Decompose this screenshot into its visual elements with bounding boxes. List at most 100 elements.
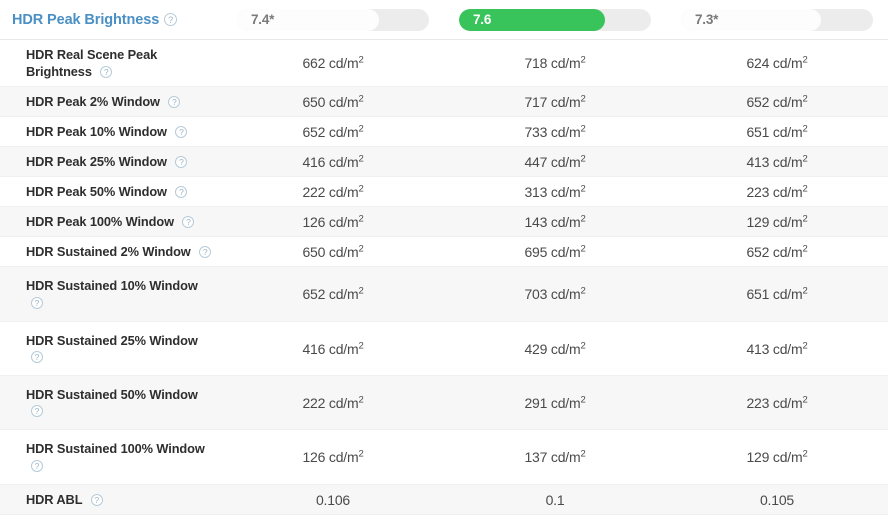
metric-value: 222 cd/m2: [302, 182, 364, 200]
row-label: HDR Peak 25% Window ?: [26, 153, 188, 170]
metric-value: 137 cd/m2: [524, 448, 586, 465]
score-bar-track-2[interactable]: 7.6: [459, 8, 651, 31]
row-value-cell-3: 413 cd/m2: [666, 147, 888, 176]
table-row: HDR Peak 25% Window ? 416 cd/m2 447 cd/m2 4…: [0, 147, 888, 177]
row-value-cell-3: 413 cd/m2: [666, 322, 888, 375]
header-title-cell: HDR Peak Brightness ?: [0, 12, 222, 28]
row-value-cell-2: 695 cd/m2: [444, 237, 666, 266]
help-circle-icon[interactable]: ?: [31, 296, 43, 309]
table-row: HDR Sustained 2% Window ? 650 cd/m2 695 cd…: [0, 237, 888, 267]
row-value-cell-2: 447 cd/m2: [444, 147, 666, 176]
panel-header: HDR Peak Brightness ? 7.4* 7.6 7.3*: [0, 0, 888, 40]
metric-value: 222 cd/m2: [302, 393, 364, 411]
metric-value: 733 cd/m2: [524, 122, 586, 140]
row-label-cell: HDR Peak 50% Window ?: [0, 177, 222, 206]
row-label-cell: HDR Peak 2% Window ?: [0, 87, 222, 116]
row-value-cell-1: 0.106: [222, 485, 444, 514]
row-label: HDR Sustained 100% Window ?: [26, 441, 205, 472]
row-value-cell-2: 703 cd/m2: [444, 267, 666, 321]
help-circle-icon[interactable]: ?: [175, 185, 188, 198]
table-row: HDR Sustained 10% Window ? 652 cd/m2 703 c…: [0, 267, 888, 322]
help-circle-icon[interactable]: ?: [31, 351, 43, 364]
row-label-cell: HDR Sustained 50% Window ?: [0, 376, 222, 429]
help-circle-icon[interactable]: ?: [90, 493, 103, 506]
metric-value: 126 cd/m2: [302, 448, 364, 465]
row-label: HDR Sustained 25% Window ?: [26, 332, 198, 364]
row-value-cell-2: 137 cd/m2: [444, 430, 666, 484]
metric-value: 413 cd/m2: [746, 339, 808, 357]
metric-value: 650 cd/m2: [302, 92, 364, 110]
row-value-cell-1: 650 cd/m2: [222, 237, 444, 266]
score-bars-group: 7.4* 7.6 7.3*: [222, 0, 888, 39]
metric-value: 650 cd/m2: [302, 242, 364, 260]
metric-value: 416 cd/m2: [302, 339, 364, 357]
table-row: HDR Sustained 100% Window ? 126 cd/m2 137 …: [0, 430, 888, 485]
table-row: HDR Peak 2% Window ? 650 cd/m2 717 cd/m2 65…: [0, 87, 888, 117]
row-value-cell-3: 129 cd/m2: [666, 430, 888, 484]
row-value-cell-3: 652 cd/m2: [666, 237, 888, 266]
metrics-table: HDR Real Scene Peak Brightness ? 662 cd/m…: [0, 40, 888, 515]
metric-value: 662 cd/m2: [302, 54, 364, 71]
score-bar-track-3[interactable]: 7.3*: [681, 8, 873, 31]
row-value-cell-1: 652 cd/m2: [222, 267, 444, 321]
help-circle-icon[interactable]: ?: [175, 155, 188, 168]
metric-value: 126 cd/m2: [302, 212, 364, 230]
metric-value: 0.106: [315, 491, 351, 508]
table-row: HDR Sustained 50% Window ? 222 cd/m2 291 c…: [0, 376, 888, 430]
row-label-cell: HDR Sustained 25% Window ?: [0, 322, 222, 375]
table-row: HDR Sustained 25% Window ? 416 cd/m2 429 c…: [0, 322, 888, 376]
metric-value: 143 cd/m2: [524, 212, 586, 230]
row-value-cell-3: 0.105: [666, 485, 888, 514]
table-row: HDR Peak 50% Window ? 222 cd/m2 313 cd/m2 2…: [0, 177, 888, 207]
metric-value: 129 cd/m2: [746, 212, 808, 230]
help-circle-icon[interactable]: ?: [199, 245, 212, 258]
row-value-cell-1: 416 cd/m2: [222, 322, 444, 375]
help-circle-icon[interactable]: ?: [168, 95, 181, 108]
row-value-cell-1: 652 cd/m2: [222, 117, 444, 146]
table-row: HDR Real Scene Peak Brightness ? 662 cd/m…: [0, 40, 888, 87]
row-label: HDR Sustained 50% Window ?: [26, 386, 198, 418]
metric-value: 223 cd/m2: [746, 393, 808, 411]
row-value-cell-2: 429 cd/m2: [444, 322, 666, 375]
metric-value: 718 cd/m2: [524, 54, 586, 71]
score-value-1: 7.4*: [251, 12, 275, 27]
help-circle-icon[interactable]: ?: [31, 459, 43, 472]
row-label: HDR Peak 100% Window ?: [26, 213, 195, 230]
score-bar-track-1[interactable]: 7.4*: [237, 8, 429, 31]
row-value-cell-3: 651 cd/m2: [666, 117, 888, 146]
row-label-cell: HDR Peak 25% Window ?: [0, 147, 222, 176]
help-circle-icon[interactable]: ?: [31, 405, 43, 418]
row-value-cell-1: 126 cd/m2: [222, 430, 444, 484]
row-value-cell-3: 129 cd/m2: [666, 207, 888, 236]
help-circle-icon[interactable]: ?: [175, 125, 188, 138]
metric-value: 413 cd/m2: [746, 152, 808, 170]
help-circle-icon[interactable]: ?: [164, 13, 178, 26]
table-row: HDR ABL ? 0.106 0.1 0.105: [0, 485, 888, 515]
row-label: HDR Peak 10% Window ?: [26, 123, 188, 140]
metric-value: 651 cd/m2: [746, 122, 808, 140]
row-value-cell-3: 223 cd/m2: [666, 177, 888, 206]
help-circle-icon[interactable]: ?: [100, 65, 113, 78]
row-label-cell: HDR Peak 100% Window ?: [0, 207, 222, 236]
metric-value: 652 cd/m2: [302, 122, 364, 140]
row-label: HDR Real Scene Peak Brightness ?: [26, 47, 158, 79]
row-label-cell: HDR ABL ?: [0, 485, 222, 514]
score-cell-2: 7.6: [444, 0, 666, 39]
row-value-cell-2: 717 cd/m2: [444, 87, 666, 116]
metric-value: 652 cd/m2: [746, 242, 808, 260]
metric-value: 447 cd/m2: [524, 152, 586, 170]
row-label-cell: HDR Sustained 100% Window ?: [0, 430, 222, 484]
row-value-cell-2: 733 cd/m2: [444, 117, 666, 146]
row-value-cell-1: 126 cd/m2: [222, 207, 444, 236]
row-value-cell-2: 718 cd/m2: [444, 40, 666, 86]
row-label: HDR Sustained 2% Window ?: [26, 243, 212, 260]
table-row: HDR Peak 100% Window ? 126 cd/m2 143 cd/m2…: [0, 207, 888, 237]
row-label-cell: HDR Sustained 2% Window ?: [0, 237, 222, 266]
page-title[interactable]: HDR Peak Brightness: [12, 12, 159, 28]
metric-value: 223 cd/m2: [746, 182, 808, 200]
row-value-cell-2: 143 cd/m2: [444, 207, 666, 236]
help-circle-icon[interactable]: ?: [182, 215, 195, 228]
row-value-cell-1: 222 cd/m2: [222, 376, 444, 429]
metric-value: 0.1: [545, 491, 565, 508]
row-label: HDR Sustained 10% Window ?: [26, 278, 198, 309]
